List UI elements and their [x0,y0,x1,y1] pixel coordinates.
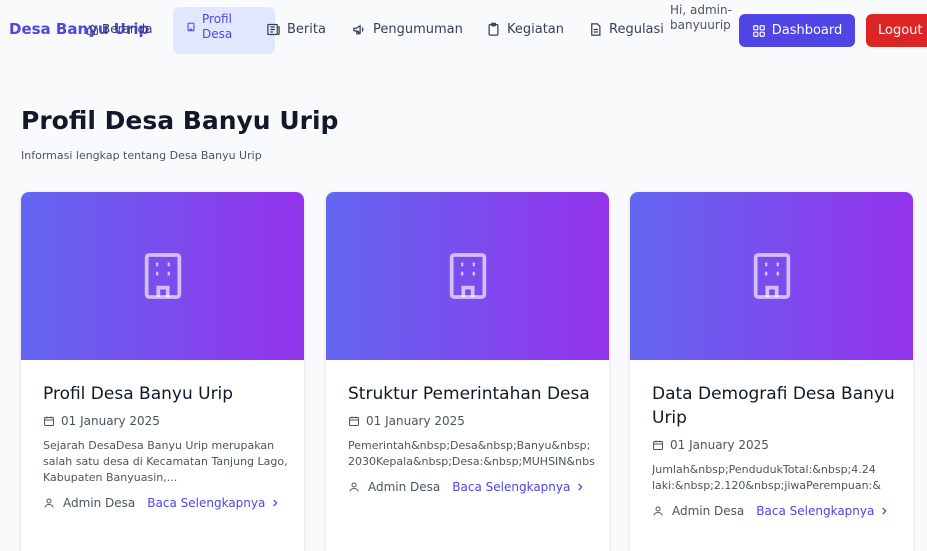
read-more-link[interactable]: Baca Selengkapnya [452,480,585,494]
card-hero [630,192,913,360]
chevron-right-icon [882,507,887,515]
user-icon [653,506,663,516]
building-icon [449,253,486,299]
nav-item-regulasi[interactable]: Regulasi [588,22,664,37]
nav-item-profil-desa-content[interactable]: Profil Desa [186,12,238,42]
read-more-link[interactable]: Baca Selengkapnya [147,496,280,510]
card-title[interactable]: Profil Desa Banyu Urip [43,382,290,406]
card-excerpt: Jumlah&nbsp;PendudukTotal:&nbsp;4.24 lak… [652,462,899,494]
card-body: Struktur Pemerintahan Desa 01 January 20… [348,382,595,494]
logout-button-label: Logout [878,23,923,38]
card-excerpt: Pemerintah&nbsp;Desa&nbsp;Banyu&nbsp; 20… [348,438,595,470]
top-navbar: Desa Banyu Urip Beranda Profil Desa Beri… [0,0,927,58]
nav-item-label: Regulasi [609,22,664,37]
nav-item-pengumuman[interactable]: Pengumuman [352,22,463,37]
card-date: 01 January 2025 [43,414,290,428]
card-author: Admin Desa [63,496,136,510]
logout-button[interactable]: Logout [866,14,927,47]
article-card[interactable]: Profil Desa Banyu Urip 01 January 2025 S… [21,192,304,551]
card-date: 01 January 2025 [348,414,595,428]
chevron-right-icon [273,499,278,507]
read-more-link[interactable]: Baca Selengkapnya [756,504,889,518]
user-icon [44,498,54,508]
read-more-label: Baca Selengkapnya [756,504,875,518]
card-body: Profil Desa Banyu Urip 01 January 2025 S… [43,382,290,510]
dashboard-button[interactable]: Dashboard [739,14,855,47]
user-greeting: Hi, admin-banyuurip [670,3,732,32]
card-author: Admin Desa [368,480,441,494]
building-icon [144,253,181,299]
nav-item-label: Pengumuman [373,22,463,37]
card-title[interactable]: Data Demografi Desa Banyu Urip [652,382,899,430]
card-excerpt-line: laki:&nbsp;2.120&nbsp;jiwaPerempuan:& [652,479,881,492]
nav-item-beranda[interactable]: Beranda [86,22,152,36]
dashboard-button-label: Dashboard [771,23,843,38]
card-hero [21,192,304,360]
card-title[interactable]: Struktur Pemerintahan Desa [348,382,595,406]
card-excerpt-line: 2030Kepala&nbsp;Desa:&nbsp;MUHSIN&nbsp; [348,455,595,468]
read-more-label: Baca Selengkapnya [147,496,266,510]
page-subtitle: Informasi lengkap tentang Desa Banyu Uri… [21,149,262,162]
building-icon [187,22,195,32]
calendar-icon [653,440,663,450]
megaphone-icon [353,24,364,35]
calendar-icon [44,416,54,426]
card-footer: Admin Desa Baca Selengkapnya [652,504,899,518]
card-footer: Admin Desa Baca Selengkapnya [348,480,595,494]
card-hero [326,192,609,360]
clipboard-icon [488,22,499,36]
card-date-text: 01 January 2025 [61,414,160,428]
newspaper-icon [267,23,280,36]
nav-item-kegiatan[interactable]: Kegiatan [486,22,564,37]
nav-item-label: Beranda [102,22,153,36]
nav-item-label: Berita [287,22,326,37]
nav-item-label: Kegiatan [507,22,565,37]
document-icon [591,23,601,36]
building-icon [753,253,790,299]
card-date-text: 01 January 2025 [366,414,465,428]
chevron-right-icon [578,483,583,491]
card-excerpt: Sejarah DesaDesa Banyu Urip merupakan sa… [43,439,288,484]
nav-item-berita[interactable]: Berita [266,22,326,37]
page-title: Profil Desa Banyu Urip [21,106,339,135]
card-date-text: 01 January 2025 [670,438,769,452]
grid-icon [752,24,765,37]
article-card[interactable]: Struktur Pemerintahan Desa 01 January 20… [326,192,609,551]
card-excerpt-line: Pemerintah&nbsp;Desa&nbsp;Banyu&nbsp; [348,439,591,452]
home-icon [87,23,98,35]
nav-item-label: Profil Desa [202,12,233,41]
card-excerpt-line: Jumlah&nbsp;PendudukTotal:&nbsp;4.24 [652,463,876,476]
calendar-icon [349,416,359,426]
read-more-label: Baca Selengkapnya [452,480,571,494]
card-author: Admin Desa [672,504,745,518]
card-body: Data Demografi Desa Banyu Urip 01 Januar… [652,382,899,518]
article-card[interactable]: Data Demografi Desa Banyu Urip 01 Januar… [630,192,913,551]
card-footer: Admin Desa Baca Selengkapnya [43,496,290,510]
user-icon [349,482,359,492]
card-date: 01 January 2025 [652,438,899,452]
